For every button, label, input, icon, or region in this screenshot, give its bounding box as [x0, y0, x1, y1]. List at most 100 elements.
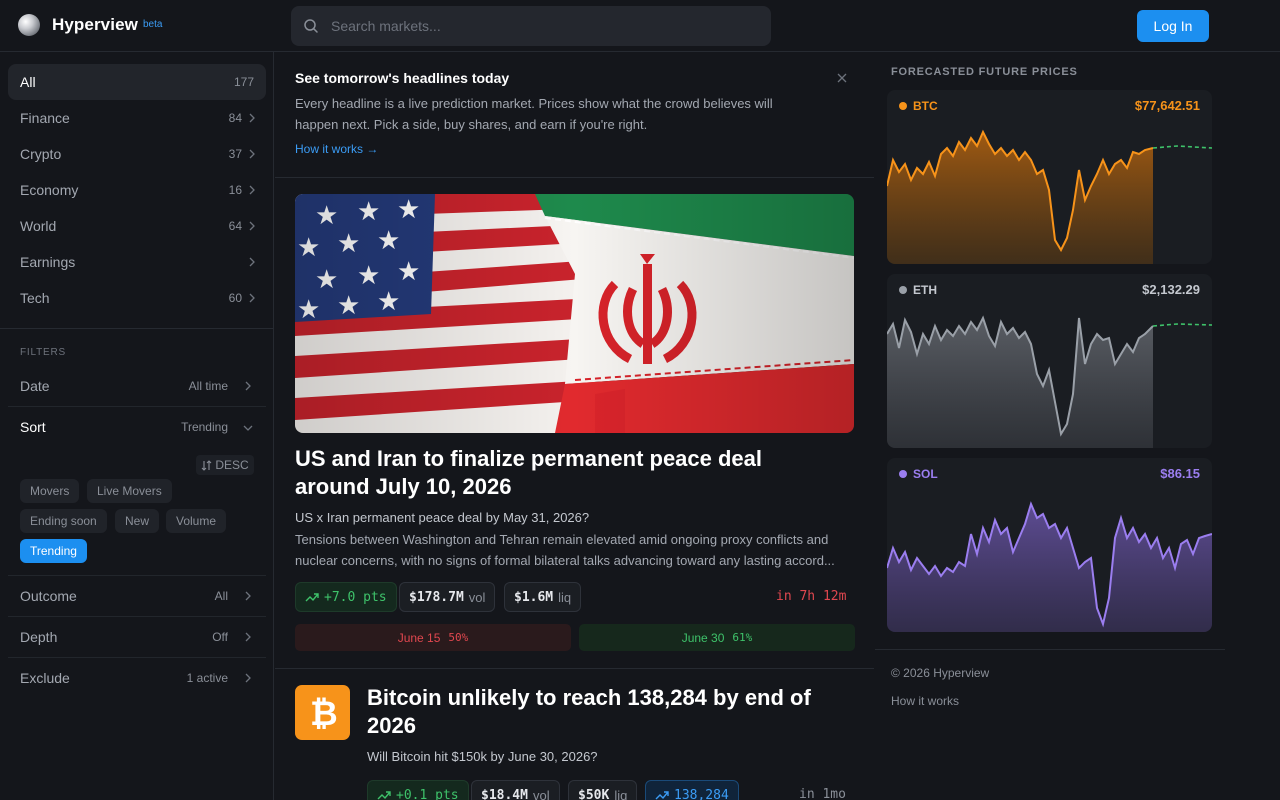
asset-symbol: BTC — [913, 99, 938, 113]
filter-date[interactable]: Date All time — [8, 366, 266, 406]
category-label: Crypto — [20, 146, 62, 162]
sort-chip-trending[interactable]: Trending — [20, 539, 87, 563]
category-label: All — [20, 74, 36, 90]
search-input[interactable] — [331, 6, 751, 46]
trend-up-icon — [377, 791, 391, 800]
forecast-card-btc[interactable]: BTC $77,642.51 — [887, 90, 1212, 264]
chevron-right-icon — [249, 149, 255, 159]
divider — [875, 649, 1225, 650]
sidebar: All 177 Finance 84 Crypto 37 Economy 16 … — [0, 52, 274, 800]
category-count: 64 — [228, 219, 242, 233]
category-count: 16 — [228, 183, 242, 197]
filters-heading: FILTERS — [20, 347, 66, 358]
category-label: Economy — [20, 182, 79, 198]
outcome-label: June 15 — [397, 630, 441, 645]
chevron-down-icon — [243, 425, 253, 431]
target-badge: 138,284 — [645, 780, 739, 800]
category-label: World — [20, 218, 57, 234]
category-earnings[interactable]: Earnings — [8, 244, 266, 280]
category-count: 84 — [228, 111, 242, 125]
intro-body: Every headline is a live prediction mark… — [295, 96, 773, 132]
outcome-button-june-15[interactable]: June 15 50% — [295, 624, 571, 651]
volume-value: $18.4M — [481, 787, 528, 800]
sort-chip-live-movers[interactable]: Live Movers — [87, 479, 172, 503]
chevron-right-icon — [249, 221, 255, 231]
asset-price: $77,642.51 — [1134, 98, 1200, 113]
filter-value: 1 active — [186, 671, 228, 685]
login-button[interactable]: Log In — [1137, 10, 1209, 42]
filter-exclude[interactable]: Exclude 1 active — [8, 658, 266, 698]
liquidity-unit: liq — [614, 787, 628, 800]
category-finance[interactable]: Finance 84 — [8, 100, 266, 136]
category-count: 177 — [233, 75, 254, 89]
category-count: 60 — [228, 291, 242, 305]
eth-dot-icon — [899, 286, 907, 294]
outcome-label: June 30 — [681, 630, 725, 645]
category-all[interactable]: All 177 — [8, 64, 266, 100]
chevron-right-icon — [245, 381, 251, 391]
filter-label: Depth — [20, 629, 58, 645]
us-iran-flags-image: ★★★ ★★★ ★★★ ★★★ — [295, 194, 854, 433]
chevron-right-icon — [245, 673, 251, 683]
logo-icon[interactable] — [18, 14, 40, 36]
search-icon — [304, 19, 318, 33]
sort-chip-new[interactable]: New — [115, 509, 160, 533]
chevron-right-icon — [249, 293, 255, 303]
forecast-heading: FORECASTED FUTURE PRICES — [891, 66, 1078, 78]
change-value: +7.0 pts — [324, 589, 387, 605]
filter-sort[interactable]: Sort Trending — [8, 407, 266, 447]
trend-up-icon — [655, 791, 669, 800]
target-value: 138,284 — [674, 787, 729, 800]
change-badge: +0.1 pts — [367, 780, 469, 800]
forecast-card-eth[interactable]: ETH $2,132.29 — [887, 274, 1212, 448]
top-bar: Hyperview beta Log In — [0, 0, 1280, 52]
change-badge: +7.0 pts — [295, 582, 397, 612]
sort-chip-volume[interactable]: Volume — [166, 509, 227, 533]
brand-name[interactable]: Hyperview — [52, 15, 138, 35]
filter-value: Off — [212, 630, 228, 644]
close-icon[interactable] — [836, 72, 848, 84]
market-headline[interactable]: Bitcoin unlikely to reach 138,284 by end… — [367, 684, 847, 740]
liquidity-badge: $1.6M liq — [504, 582, 582, 612]
volume-badge: $178.7M vol — [399, 582, 496, 612]
market-image[interactable]: ★★★ ★★★ ★★★ ★★★ — [295, 194, 854, 433]
volume-value: $178.7M — [409, 589, 464, 605]
time-left: in 1mo — [799, 787, 846, 800]
category-crypto[interactable]: Crypto 37 — [8, 136, 266, 172]
change-value: +0.1 pts — [396, 787, 459, 800]
btc-dot-icon — [899, 102, 907, 110]
category-world[interactable]: World 64 — [8, 208, 266, 244]
volume-unit: vol — [468, 589, 486, 605]
market-subtitle: Will Bitcoin hit $150k by June 30, 2026? — [367, 749, 598, 764]
eth-price-chart — [887, 315, 1212, 448]
category-tech[interactable]: Tech 60 — [8, 280, 266, 316]
trend-up-icon — [305, 593, 319, 602]
asset-symbol: SOL — [913, 467, 938, 481]
filter-outcome[interactable]: Outcome All — [8, 576, 266, 616]
filter-depth[interactable]: Depth Off — [8, 617, 266, 657]
sort-chip-ending-soon[interactable]: Ending soon — [20, 509, 107, 533]
outcome-pct: 50% — [448, 631, 469, 644]
asset-price: $86.15 — [1160, 466, 1200, 481]
category-economy[interactable]: Economy 16 — [8, 172, 266, 208]
footer-how-it-works-link[interactable]: How it works — [891, 694, 959, 708]
asset-symbol: ETH — [913, 283, 937, 297]
how-it-works-link[interactable]: How it works → — [295, 142, 378, 156]
search-box[interactable] — [291, 6, 771, 46]
beta-badge: beta — [143, 19, 163, 30]
bitcoin-icon[interactable]: ₿ — [295, 685, 350, 740]
category-label: Finance — [20, 110, 70, 126]
time-left: in 7h 12m — [776, 589, 847, 604]
market-subtitle: US x Iran permanent peace deal by May 31… — [295, 510, 590, 525]
market-headline[interactable]: US and Iran to finalize permanent peace … — [295, 445, 835, 501]
category-label: Tech — [20, 290, 50, 306]
filter-value: All — [214, 589, 228, 603]
outcome-button-june-30[interactable]: June 30 61% — [579, 624, 855, 651]
btc-price-chart — [887, 129, 1212, 264]
liquidity-badge: $50K liq — [568, 780, 638, 800]
forecast-card-sol[interactable]: SOL $86.15 — [887, 458, 1212, 632]
sort-order-toggle[interactable]: DESC — [196, 455, 254, 475]
filter-label: Date — [20, 378, 50, 394]
filter-label: Outcome — [20, 588, 77, 604]
sort-chip-movers[interactable]: Movers — [20, 479, 80, 503]
